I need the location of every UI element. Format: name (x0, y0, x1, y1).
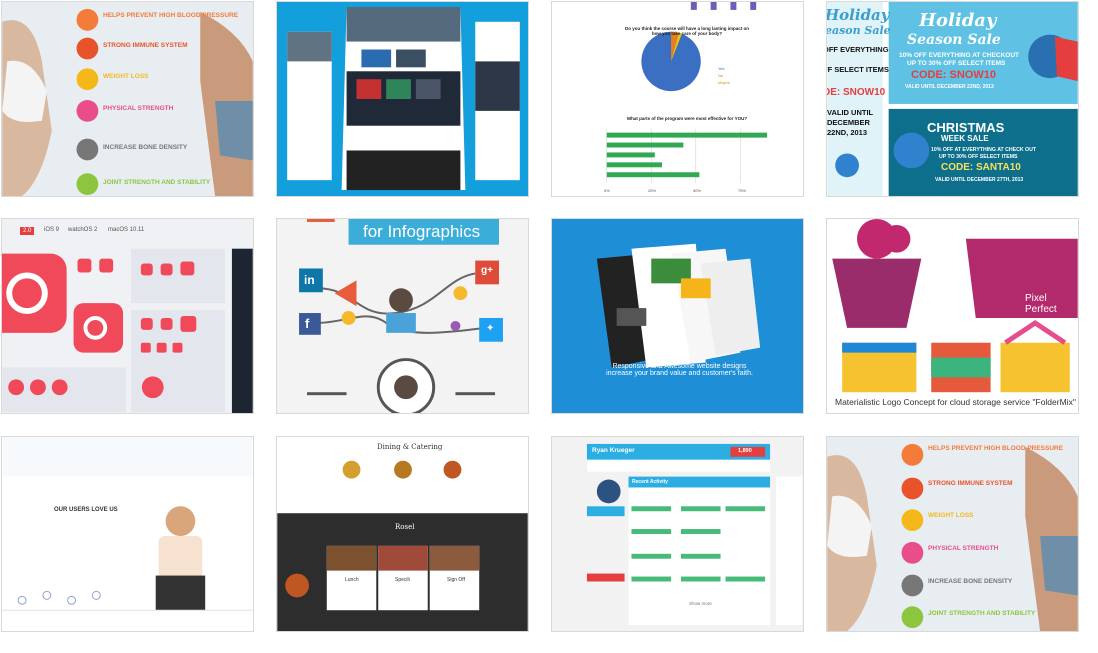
menu-special: Specili (395, 577, 410, 583)
restaurant-art (277, 437, 528, 631)
thumbnail-holiday-sale[interactable]: Holiday Season Sale OFF EVERYTHING FF SE… (826, 1, 1079, 197)
menu-lunch: Lunch (345, 577, 359, 583)
dashboard-score: 1,890 (738, 448, 752, 454)
web-designs-caption: Responsive and Awesome website designs i… (606, 363, 753, 377)
tab-version-2[interactable]: 2.0 (20, 227, 35, 235)
restaurant-section: Rosel (395, 523, 415, 531)
social-title: for Infographics (363, 222, 481, 241)
left-offer2: FF SELECT ITEMS (826, 65, 889, 74)
app-icons-art (2, 219, 253, 413)
holiday-offer: 10% OFF EVERYTHING AT CHECKOUT (899, 52, 1020, 59)
survey-bar (606, 152, 655, 158)
testimonial-heading: OUR USERS LOVE US (54, 507, 118, 513)
survey-question-1: Do you think the course will have a long… (624, 26, 750, 36)
logo-concept-art (827, 219, 1078, 413)
fitness-item-4b: PHYSICAL STRENGTH (928, 545, 999, 552)
left-holiday: Holiday (826, 6, 890, 24)
legend-no: No (718, 73, 724, 78)
survey-bar (606, 142, 684, 148)
thumbnail-social-infographic[interactable]: for Infographics in g+ f ✦ (276, 218, 529, 414)
fitness-item-4: PHYSICAL STRENGTH (103, 105, 174, 112)
website-mockup-art (277, 2, 528, 196)
tick-0: 0% (604, 188, 610, 193)
left-season: Season Sale (826, 24, 891, 37)
season-sale-title: Season Sale (907, 32, 1001, 48)
christmas-valid: VALID UNTIL DECEMBER 27TH, 2013 (935, 177, 1024, 183)
tab-watchos[interactable]: watchOS 2 (68, 227, 97, 233)
thumbnail-testimonial[interactable]: OUR USERS LOVE US (1, 436, 254, 632)
thumbnail-website-mockup[interactable] (276, 1, 529, 197)
thumbnail-fitness-infographic-2[interactable]: HELPS PREVENT HIGH BLOOD PRESSURE STRONG… (826, 436, 1079, 632)
left-offer: OFF EVERYTHING (826, 45, 889, 54)
fitness-item-5b: INCREASE BONE DENSITY (928, 578, 1013, 585)
holiday-title: Holiday (919, 10, 997, 31)
survey-bar (606, 132, 768, 138)
legend-maybe: Maybe (718, 80, 731, 85)
web-designs-art (552, 219, 803, 413)
christmas-title: CHRISTMAS (927, 120, 1005, 135)
thumbnail-survey-charts[interactable]: Do you think the course will have a long… (551, 1, 804, 197)
restaurant-title: Dining & Catering (377, 443, 443, 451)
dashboard-user-name: Ryan Krueger (592, 447, 635, 454)
logo-concept-caption: Materialistic Logo Concept for cloud sto… (835, 397, 1076, 407)
thumbnail-fitness-infographic[interactable]: HELPS PREVENT HIGH BLOOD PRESSURE STRONG… (1, 1, 254, 197)
tab-macos[interactable]: macOS 10.11 (108, 227, 144, 233)
christmas-offer: 10% OFF AT EVERYTHING AT CHECK OUT (931, 147, 1037, 153)
thumbnail-app-icons[interactable]: 2.0 iOS 9 watchOS 2 macOS 10.11 (1, 218, 254, 414)
legend-yes: Yes (718, 66, 725, 71)
left-valid: VALID UNTIL (827, 108, 874, 117)
fitness-item-3: WEIGHT LOSS (103, 73, 149, 80)
social-infographic-art (277, 219, 528, 413)
fitness-item-2b: STRONG IMMUNE SYSTEM (928, 480, 1013, 487)
survey-bar (606, 162, 662, 168)
christmas-offer2: UP TO 30% OFF SELECT ITEMS (939, 154, 1018, 160)
testimonial-art (2, 437, 253, 631)
thumbnail-web-designs[interactable]: Responsive and Awesome website designs i… (551, 218, 804, 414)
christmas-code: CODE: SANTA10 (941, 162, 1021, 173)
fitness-item-2: STRONG IMMUNE SYSTEM (103, 42, 188, 49)
googleplus-icon: g+ (481, 265, 493, 276)
twitter-icon: ✦ (486, 323, 495, 334)
left-code: DE: SNOW10 (826, 87, 886, 98)
pixel-perfect-label: Pixel Perfect (1025, 293, 1057, 315)
tick-25: 25% (648, 188, 657, 193)
fitness-item-1: HELPS PREVENT HIGH BLOOD PRESSURE (103, 12, 239, 19)
survey-question-2: What parts of the program were most effe… (626, 116, 748, 121)
fitness-infographic-art-2 (827, 437, 1078, 631)
fitness-infographic-art (2, 2, 253, 196)
holiday-valid: VALID UNTIL DECEMBER 22ND, 2013 (905, 84, 994, 90)
holiday-code: CODE: SNOW10 (911, 69, 996, 81)
fitness-item-3b: WEIGHT LOSS (928, 512, 974, 519)
fitness-item-1b: HELPS PREVENT HIGH BLOOD PRESSURE (928, 445, 1064, 452)
tick-50: 50% (693, 188, 702, 193)
fitness-item-6b: JOINT STRENGTH AND STABILITY (928, 610, 1036, 617)
tick-75: 75% (738, 188, 747, 193)
week-sale-title: WEEK SALE (941, 134, 989, 143)
facebook-icon: f (305, 316, 310, 331)
menu-signoff: Sign Off (447, 577, 465, 583)
thumbnail-logo-concept[interactable]: Pixel Perfect Materialistic Logo Concept… (826, 218, 1079, 414)
fitness-item-6: JOINT STRENGTH AND STABILITY (103, 179, 211, 186)
thumbnail-dashboard[interactable]: Ryan Krueger 1,890 Recent Activity Show … (551, 436, 804, 632)
show-more-link[interactable]: Show more (689, 601, 712, 606)
linkedin-icon: in (304, 273, 315, 287)
fitness-item-5: INCREASE BONE DENSITY (103, 144, 188, 151)
survey-bar (606, 172, 700, 178)
tab-ios9[interactable]: iOS 9 (44, 227, 59, 233)
holiday-offer2: UP TO 30% OFF SELECT ITEMS (907, 60, 1006, 67)
left-date1: DECEMBER (827, 118, 870, 127)
left-date2: 22ND, 2013 (827, 128, 868, 137)
dashboard-art (552, 437, 803, 631)
thumbnail-restaurant[interactable]: Dining & Catering Rosel Lunch Specili Si… (276, 436, 529, 632)
recent-activity-title: Recent Activity (632, 479, 668, 485)
pie-slice-yes (641, 31, 701, 92)
